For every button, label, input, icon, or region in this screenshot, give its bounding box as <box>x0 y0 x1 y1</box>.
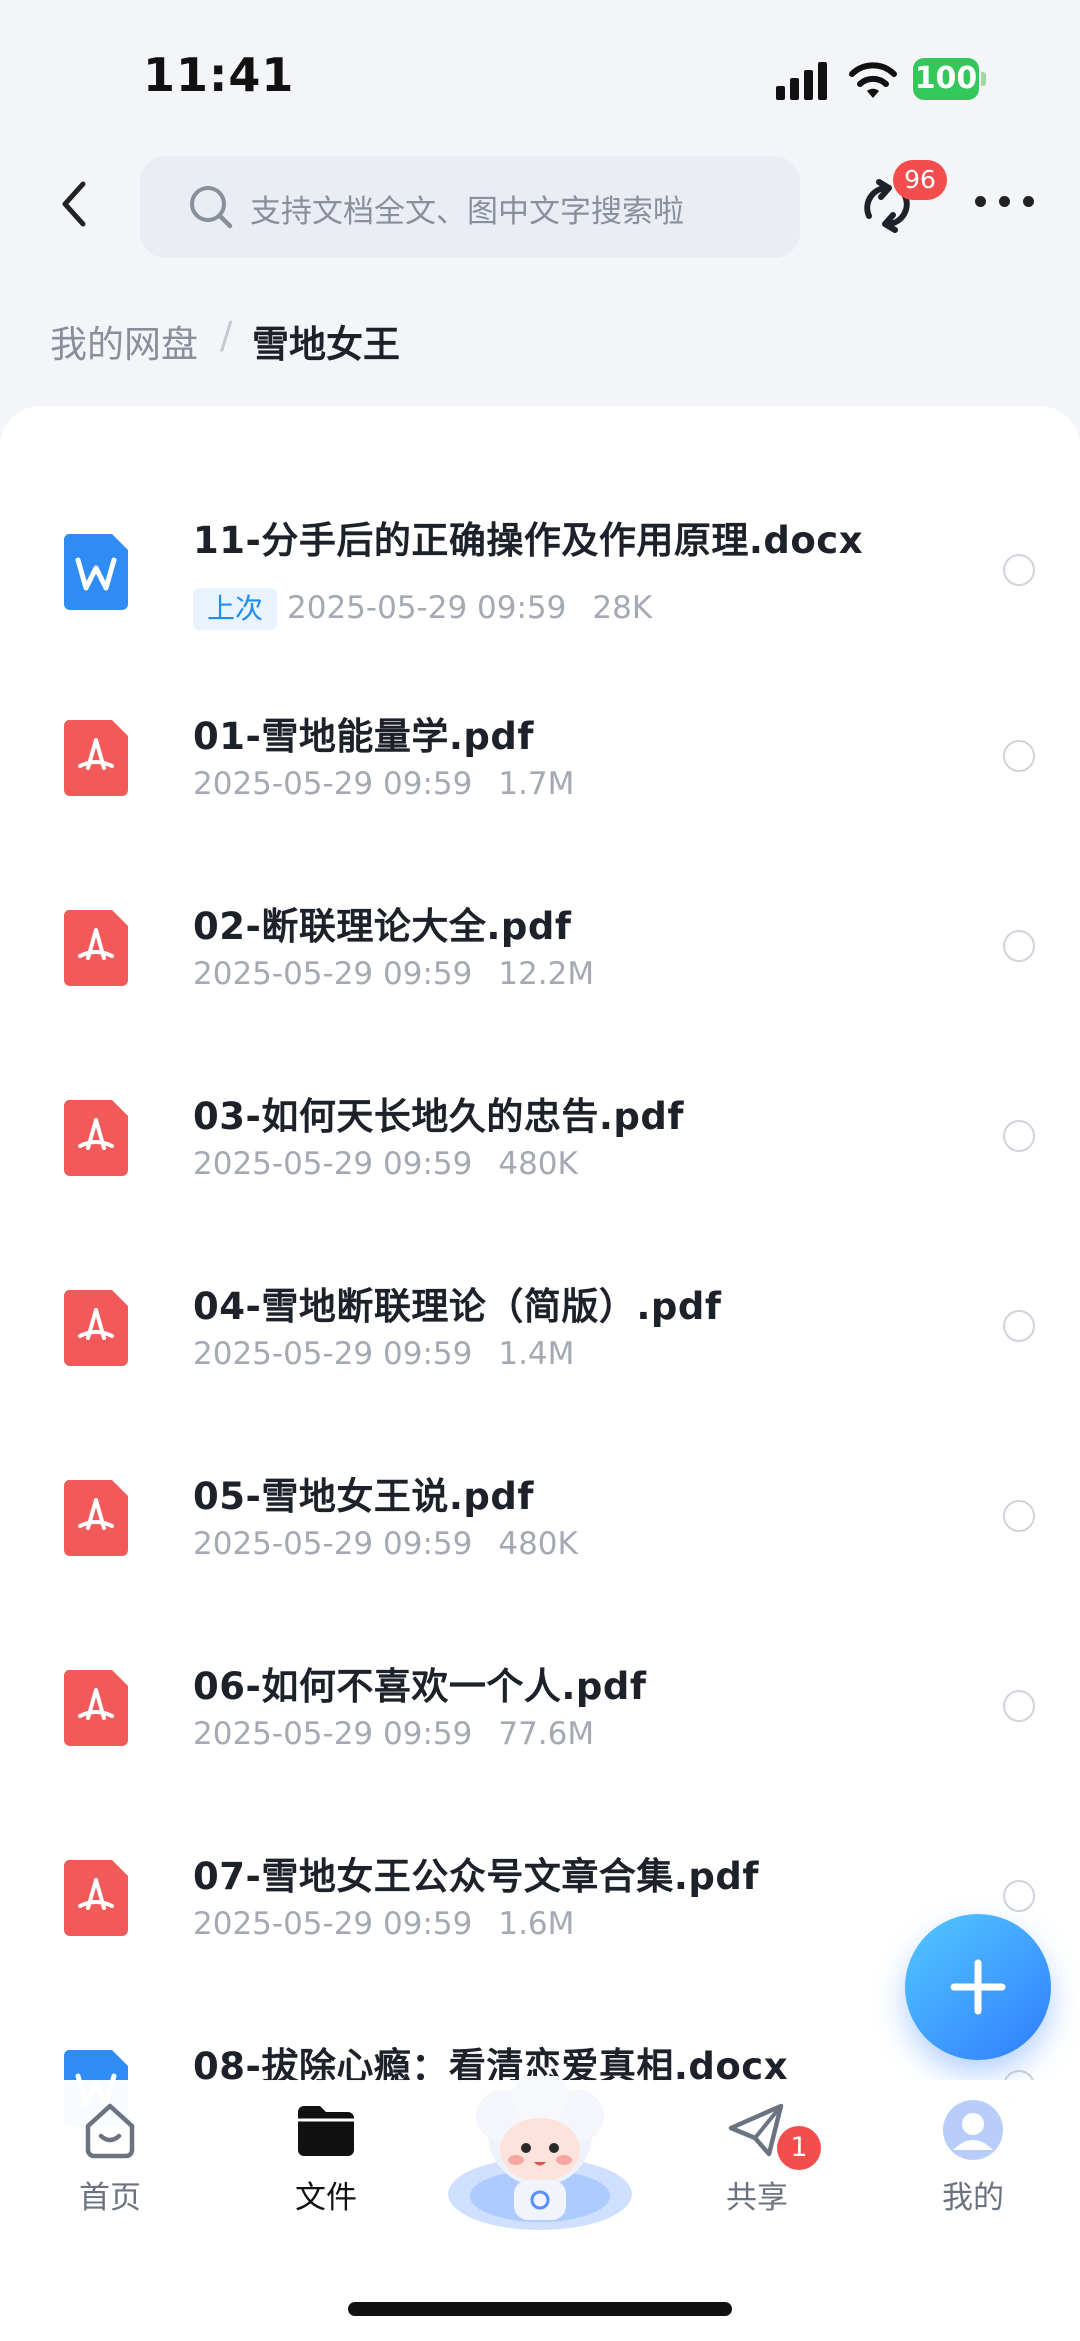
file-date: 2025-05-29 09:59 <box>193 766 473 802</box>
file-name: 05-雪地女王说.pdf <box>193 1475 534 1518</box>
sync-count-badge: 96 <box>893 160 947 200</box>
file-date: 2025-05-29 09:59 <box>193 956 473 992</box>
breadcrumb-separator: / <box>220 314 233 357</box>
file-row[interactable]: 06-如何不喜欢一个人.pdf 2025-05-29 09:59 77.6M <box>0 1626 1080 1816</box>
file-size: 77.6M <box>498 1716 595 1752</box>
file-meta: 2025-05-29 09:59 480K <box>193 1146 578 1182</box>
file-row[interactable]: 11-分手后的正确操作及作用原理.docx 上次 2025-05-29 09:59 2… <box>0 482 1080 672</box>
file-date: 2025-05-29 09:59 <box>287 590 567 626</box>
file-size: 12.2M <box>498 956 595 992</box>
more-icon[interactable] <box>975 196 1035 210</box>
file-size: 1.7M <box>498 766 575 802</box>
tab-profile[interactable]: 我的 <box>893 2088 1053 2238</box>
file-meta: 上次 2025-05-29 09:59 28K <box>193 588 652 630</box>
file-name: 07-雪地女王公众号文章合集.pdf <box>193 1855 759 1898</box>
select-radio[interactable] <box>1003 554 1035 586</box>
pdf-icon <box>64 1860 128 1936</box>
file-list: 11-分手后的正确操作及作用原理.docx 上次 2025-05-29 09:59 2… <box>0 406 1080 2126</box>
select-radio[interactable] <box>1003 740 1035 772</box>
back-icon[interactable] <box>55 178 95 230</box>
last-opened-tag: 上次 <box>193 588 278 630</box>
file-size: 1.4M <box>498 1336 575 1372</box>
file-date: 2025-05-29 09:59 <box>193 1716 473 1752</box>
tab-files-label: 文件 <box>295 2180 357 2216</box>
breadcrumb-current: 雪地女王 <box>252 323 400 366</box>
file-meta: 2025-05-29 09:59 1.7M <box>193 766 574 802</box>
file-meta: 2025-05-29 09:59 12.2M <box>193 956 594 992</box>
select-radio[interactable] <box>1003 1120 1035 1152</box>
profile-icon <box>943 2100 1003 2160</box>
select-radio[interactable] <box>1003 1690 1035 1722</box>
file-size: 28K <box>592 590 653 626</box>
file-name: 03-如何天长地久的忠告.pdf <box>193 1095 684 1138</box>
wifi-icon <box>849 62 897 98</box>
file-size: 480K <box>498 1146 578 1182</box>
search-placeholder: 支持文档全文、图中文字搜索啦 <box>250 194 684 230</box>
file-meta: 2025-05-29 09:59 77.6M <box>193 1716 594 1752</box>
select-radio[interactable] <box>1003 1880 1035 1912</box>
file-row[interactable]: 03-如何天长地久的忠告.pdf 2025-05-29 09:59 480K <box>0 1056 1080 1246</box>
file-date: 2025-05-29 09:59 <box>193 1526 473 1562</box>
file-row[interactable]: 04-雪地断联理论（简版）.pdf 2025-05-29 09:59 1.4M <box>0 1246 1080 1436</box>
file-meta: 2025-05-29 09:59 1.4M <box>193 1336 574 1372</box>
file-row[interactable]: 01-雪地能量学.pdf 2025-05-29 09:59 1.7M <box>0 676 1080 866</box>
search-bar[interactable]: 支持文档全文、图中文字搜索啦 <box>140 156 800 258</box>
file-name: 01-雪地能量学.pdf <box>193 715 534 758</box>
pdf-icon <box>64 1100 128 1176</box>
folder-icon <box>298 2106 354 2156</box>
file-name: 02-断联理论大全.pdf <box>193 905 572 948</box>
tab-share-label: 共享 <box>726 2180 788 2216</box>
home-icon <box>85 2103 135 2159</box>
pdf-icon <box>64 1480 128 1556</box>
file-date: 2025-05-29 09:59 <box>193 1146 473 1182</box>
pdf-icon <box>64 1670 128 1746</box>
file-meta: 2025-05-29 09:59 1.6M <box>193 1906 574 1942</box>
select-radio[interactable] <box>1003 930 1035 962</box>
home-indicator <box>348 2302 732 2316</box>
status-time: 11:41 <box>143 48 295 102</box>
breadcrumb-root[interactable]: 我的网盘 <box>50 314 198 368</box>
file-row[interactable]: 02-断联理论大全.pdf 2025-05-29 09:59 12.2M <box>0 866 1080 1056</box>
tab-home-label: 首页 <box>79 2180 141 2216</box>
pdf-icon <box>64 1290 128 1366</box>
plus-icon <box>950 1959 1006 2015</box>
tab-home[interactable]: 首页 <box>30 2088 190 2238</box>
select-radio[interactable] <box>1003 1310 1035 1342</box>
assistant-mascot-icon[interactable] <box>440 2076 640 2236</box>
file-date: 2025-05-29 09:59 <box>193 1336 473 1372</box>
battery-icon: 100 <box>913 58 979 100</box>
word-icon <box>64 534 128 610</box>
select-radio[interactable] <box>1003 1500 1035 1532</box>
add-button[interactable] <box>905 1914 1051 2060</box>
pdf-icon <box>64 720 128 796</box>
file-row[interactable]: 05-雪地女王说.pdf 2025-05-29 09:59 480K <box>0 1436 1080 1626</box>
file-meta: 2025-05-29 09:59 480K <box>193 1526 578 1562</box>
search-icon <box>190 186 233 229</box>
file-size: 480K <box>498 1526 578 1562</box>
cellular-signal-icon <box>776 62 830 100</box>
tab-files[interactable]: 文件 <box>246 2088 406 2238</box>
pdf-icon <box>64 910 128 986</box>
file-name: 06-如何不喜欢一个人.pdf <box>193 1665 647 1708</box>
file-name: 11-分手后的正确操作及作用原理.docx <box>193 519 864 562</box>
tab-profile-label: 我的 <box>942 2180 1004 2216</box>
share-badge: 1 <box>777 2126 821 2170</box>
file-size: 1.6M <box>498 1906 575 1942</box>
file-name: 04-雪地断联理论（简版）.pdf <box>193 1285 722 1328</box>
battery-tip <box>981 72 986 86</box>
file-date: 2025-05-29 09:59 <box>193 1906 473 1942</box>
